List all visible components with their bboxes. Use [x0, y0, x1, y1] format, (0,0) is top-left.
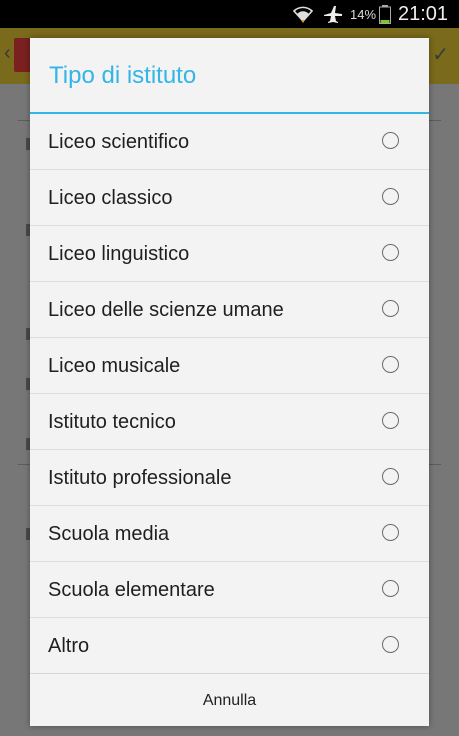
- radio-button[interactable]: [382, 580, 399, 597]
- option-scuola-elementare[interactable]: Scuola elementare: [30, 562, 429, 618]
- confirm-check-icon: ✓: [432, 44, 449, 66]
- radio-button[interactable]: [382, 300, 399, 317]
- radio-button[interactable]: [382, 356, 399, 373]
- option-label: Istituto tecnico: [48, 411, 176, 433]
- option-liceo-classico[interactable]: Liceo classico: [30, 170, 429, 226]
- radio-button[interactable]: [382, 132, 399, 149]
- airplane-mode-icon: [324, 6, 342, 23]
- option-liceo-linguistico[interactable]: Liceo linguistico: [30, 226, 429, 282]
- clock: 21:01: [398, 3, 449, 25]
- option-label: Liceo musicale: [48, 355, 181, 377]
- option-label: Liceo linguistico: [48, 243, 190, 265]
- option-istituto-professionale[interactable]: Istituto professionale: [30, 450, 429, 506]
- battery-icon: [379, 5, 391, 24]
- option-label: Scuola media: [48, 523, 170, 545]
- radio-button[interactable]: [382, 188, 399, 205]
- option-label: Scuola elementare: [48, 579, 215, 601]
- option-label: Altro: [48, 635, 90, 657]
- battery-percent: 14%: [350, 7, 377, 22]
- cancel-button[interactable]: Annulla: [30, 676, 429, 726]
- radio-button[interactable]: [382, 244, 399, 261]
- institute-type-dialog: Tipo di istituto Liceo scientifico Liceo…: [30, 38, 429, 726]
- options-list: Liceo scientifico Liceo classico Liceo l…: [30, 114, 429, 674]
- back-chevron-icon: ‹: [4, 42, 11, 64]
- option-label: Liceo classico: [48, 187, 173, 209]
- option-istituto-tecnico[interactable]: Istituto tecnico: [30, 394, 429, 450]
- option-scuola-media[interactable]: Scuola media: [30, 506, 429, 562]
- status-bar: 14% 21:01: [0, 0, 459, 28]
- option-label: Liceo scientifico: [48, 131, 190, 153]
- radio-button[interactable]: [382, 412, 399, 429]
- option-liceo-scienze-umane[interactable]: Liceo delle scienze umane: [30, 282, 429, 338]
- option-label: Liceo delle scienze umane: [48, 299, 284, 321]
- option-liceo-scientifico[interactable]: Liceo scientifico: [30, 114, 429, 170]
- dialog-title: Tipo di istituto: [49, 62, 197, 89]
- wifi-icon: [292, 6, 314, 23]
- option-label: Istituto professionale: [48, 467, 232, 489]
- radio-button[interactable]: [382, 524, 399, 541]
- option-altro[interactable]: Altro: [30, 618, 429, 674]
- option-liceo-musicale[interactable]: Liceo musicale: [30, 338, 429, 394]
- radio-button[interactable]: [382, 636, 399, 653]
- radio-button[interactable]: [382, 468, 399, 485]
